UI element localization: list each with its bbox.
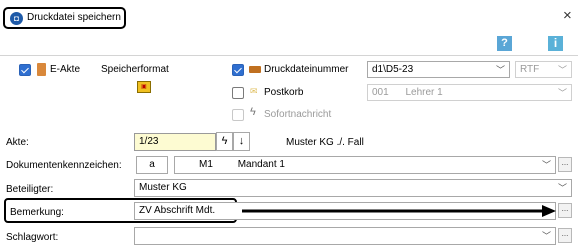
bemerkung-more-button[interactable]: ... <box>558 203 572 218</box>
chevron-down-icon: ﹀ <box>557 88 567 98</box>
annotation-arrow <box>242 205 556 217</box>
dok-name: Mandant 1 <box>237 159 285 170</box>
druckdateinummer-icon <box>249 66 261 73</box>
postkorb-checkbox[interactable] <box>232 87 244 99</box>
druckdateinummer-checkbox[interactable] <box>232 64 244 76</box>
postkorb-user: Lehrer 1 <box>405 87 443 98</box>
schlagwort-label: Schlagwort: <box>6 232 59 243</box>
bemerkung-label: Bemerkung: <box>10 207 64 218</box>
arrow-down-icon: ↓ <box>238 135 245 147</box>
druckdateinummer-label: Druckdateinummer <box>264 64 349 75</box>
bemerkung-more-label: ... <box>561 204 569 213</box>
postkorb-combo[interactable]: 001 Lehrer 1 ﹀ <box>367 84 572 101</box>
druckdateinummer-value: d1\D5-23 <box>372 64 414 75</box>
sofortnachricht-label: Sofortnachricht <box>264 109 332 120</box>
chevron-down-icon: ﹀ <box>557 183 567 193</box>
format-combo[interactable]: RTF ﹀ <box>515 61 572 78</box>
format-value: RTF <box>520 64 540 75</box>
dok-more-button[interactable]: ... <box>558 157 572 172</box>
help-icon[interactable]: ? <box>497 36 512 51</box>
dok-prefix-input[interactable]: a <box>136 156 168 174</box>
beteiligter-combo[interactable]: Muster KG ﹀ <box>134 179 572 197</box>
dok-more-label: ... <box>561 158 569 167</box>
akte-lightning-button[interactable]: ϟ <box>216 132 233 151</box>
app-icon: ◘ <box>10 12 23 25</box>
eakte-checkbox[interactable] <box>19 64 31 76</box>
lightning-icon: ϟ <box>250 106 256 118</box>
schlagwort-more-label: ... <box>561 229 569 238</box>
bemerkung-value: ZV Abschrift Mdt. <box>139 205 216 216</box>
dok-combo[interactable]: M1 Mandant 1 ﹀ <box>174 156 556 174</box>
akte-arrow-button[interactable]: ↓ <box>233 132 250 151</box>
akte-value: 1/23 <box>139 136 159 147</box>
chevron-down-icon: ﹀ <box>541 231 551 241</box>
info-icon[interactable]: i <box>548 36 563 51</box>
postkorb-icon: ✉ <box>250 86 258 96</box>
dok-code: M1 <box>199 159 213 170</box>
toolbar-divider <box>0 55 578 56</box>
speicherformat-label: Speicherformat <box>101 64 169 75</box>
chevron-down-icon: ﹀ <box>495 65 505 75</box>
schlagwort-combo[interactable]: ﹀ <box>134 227 556 245</box>
schlagwort-more-button[interactable]: ... <box>558 228 572 243</box>
window-title: Druckdatei speichern <box>27 12 121 23</box>
beteiligter-value: Muster KG <box>139 182 187 193</box>
chevron-down-icon: ﹀ <box>541 160 551 170</box>
chevron-down-icon: ﹀ <box>557 65 567 75</box>
druckdateinummer-combo[interactable]: d1\D5-23 ﹀ <box>367 61 510 78</box>
dok-prefix-value: a <box>149 159 155 170</box>
sofortnachricht-checkbox[interactable] <box>232 109 244 121</box>
postkorb-value: 001 <box>372 87 389 98</box>
format-icon: ▣ <box>137 81 151 93</box>
akte-input[interactable]: 1/23 <box>134 133 216 151</box>
info-icon-glyph: i <box>553 36 558 50</box>
close-icon[interactable]: × <box>563 7 572 24</box>
eakte-label: E-Akte <box>50 64 81 75</box>
lightning-icon: ϟ <box>221 135 228 147</box>
eakte-icon <box>37 63 46 76</box>
akte-name: Muster KG ./. Fall <box>286 137 364 148</box>
akte-label: Akte: <box>6 137 29 148</box>
help-icon-glyph: ? <box>501 37 508 49</box>
postkorb-label: Postkorb <box>264 87 304 98</box>
dokumentenkennzeichen-label: Dokumentenkennzeichen: <box>6 160 122 171</box>
beteiligter-label: Beteiligter: <box>6 184 54 195</box>
